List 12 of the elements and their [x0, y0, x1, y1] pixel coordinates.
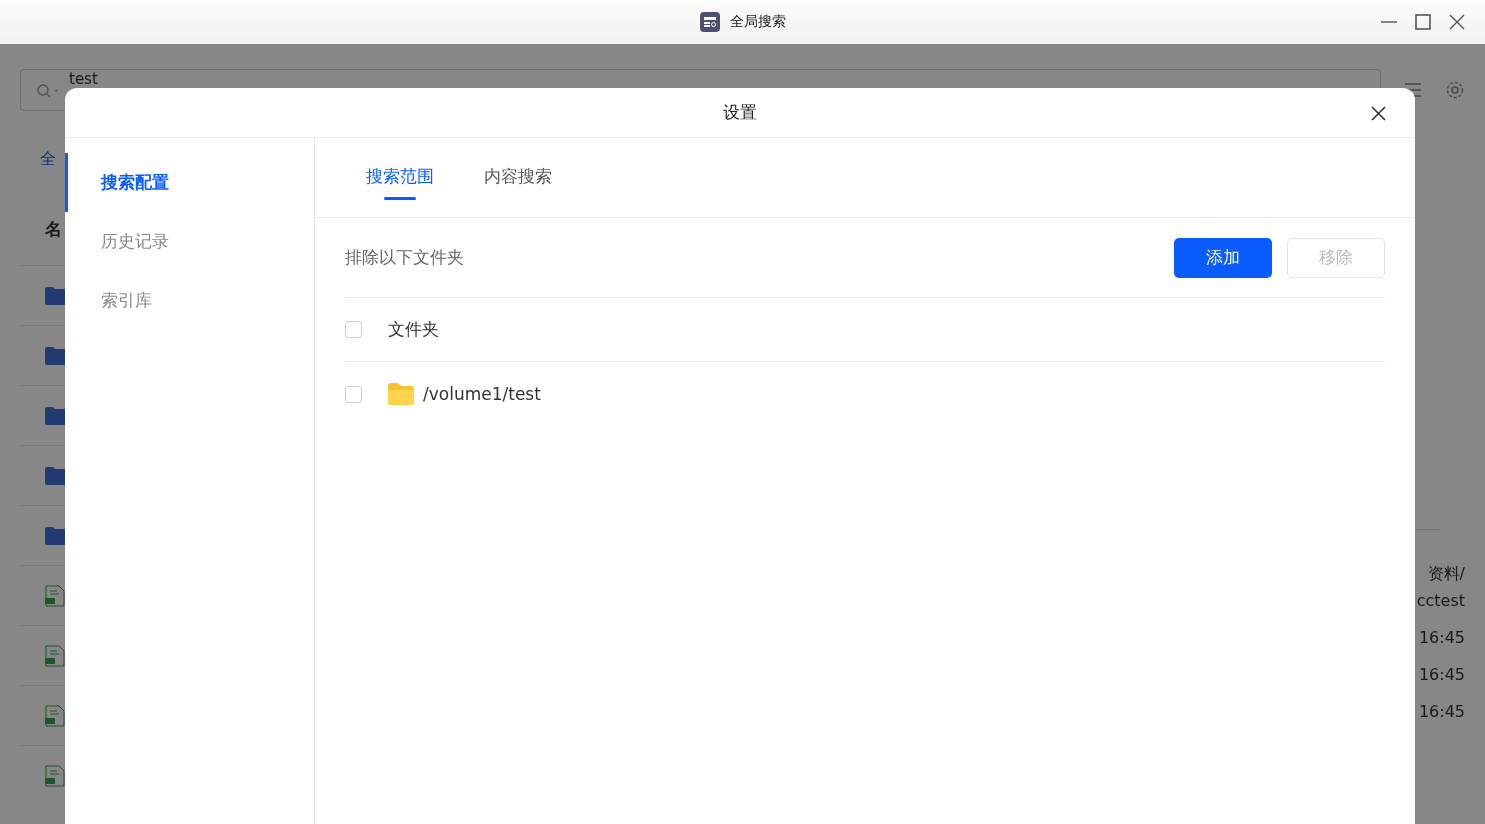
folder-path: /volume1/test: [423, 384, 541, 404]
search-value: test: [69, 71, 98, 87]
dialog-title: 设置: [723, 101, 757, 124]
column-header: 名: [45, 218, 62, 241]
detail-text: 16:45: [1418, 701, 1465, 723]
window-title: 全局搜索: [729, 13, 786, 31]
section-label: 排除以下文件夹: [345, 246, 464, 269]
detail-text: 资料/: [1427, 563, 1465, 585]
column-header: 文件夹: [388, 318, 439, 341]
detail-text: cctest: [1416, 590, 1465, 612]
detail-text: 16:45: [1418, 664, 1465, 686]
detail-text: 16:45: [1418, 627, 1465, 649]
